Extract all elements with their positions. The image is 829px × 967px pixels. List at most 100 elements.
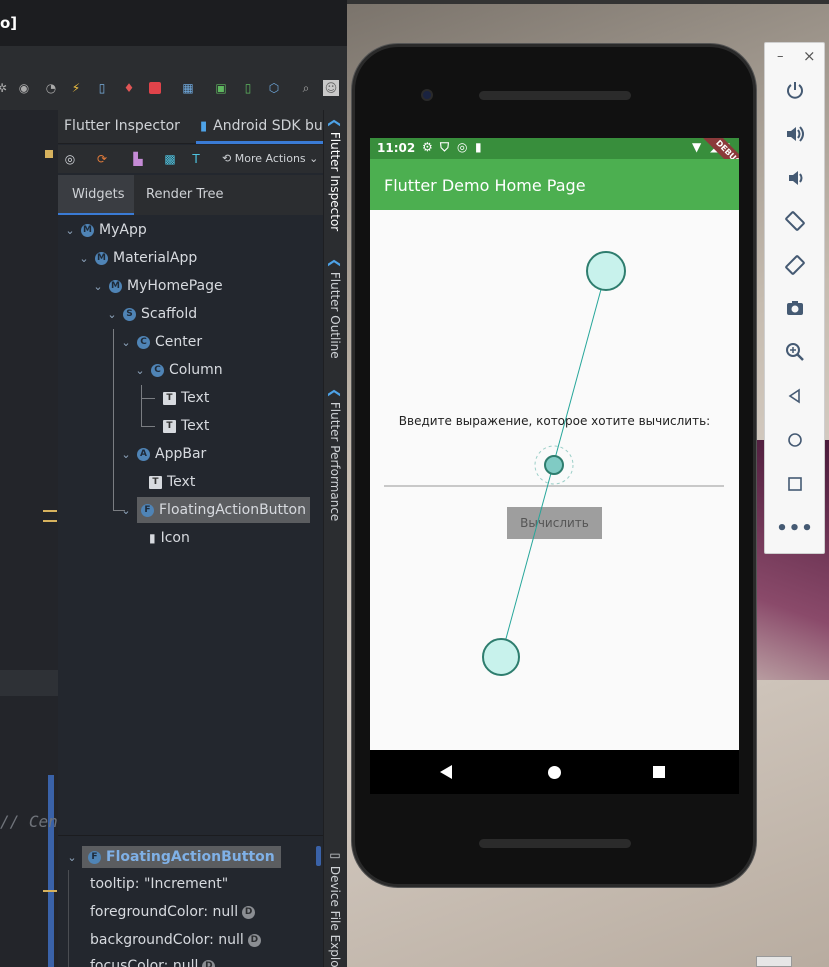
hot-reload-icon[interactable]: ⚡: [68, 80, 84, 96]
side-tool-strip: ❮ Flutter Inspector ❮ Flutter Outline ❮ …: [323, 110, 347, 967]
default-value-icon: D: [242, 905, 256, 919]
tree-node[interactable]: ▮ Icon: [149, 528, 190, 548]
avd-icon[interactable]: ▯: [240, 80, 256, 96]
more-icon[interactable]: •••: [776, 513, 813, 543]
widget-badge: M: [95, 251, 108, 265]
default-value-icon: D: [202, 959, 216, 967]
tab-widgets[interactable]: Widgets: [72, 187, 125, 202]
tree-node[interactable]: ⌄ A AppBar: [120, 444, 206, 464]
touch-overlay: [482, 251, 626, 676]
more-actions-button[interactable]: ⟲ More Actions ⌄: [222, 152, 318, 165]
tree-node[interactable]: ⌄ M MyHomePage: [92, 276, 222, 296]
baseline-icon[interactable]: ▩: [162, 151, 178, 167]
device-icon: ▭: [328, 848, 342, 866]
device-icon[interactable]: ▯: [94, 80, 110, 96]
property-row[interactable]: focusColor: null D: [90, 958, 216, 967]
properties-header[interactable]: ⌄ F FloatingActionButton: [66, 846, 281, 868]
tree-node[interactable]: T Text: [163, 388, 209, 408]
tree-node-label: Scaffold: [141, 306, 198, 322]
phone-icon: ▮: [200, 118, 208, 134]
profile-icon[interactable]: ◔: [43, 80, 59, 96]
avatar[interactable]: ☺: [323, 80, 339, 96]
overview-icon[interactable]: [780, 469, 810, 499]
debug-icon[interactable]: ♦: [121, 80, 137, 96]
ide-window: o] ✲ ◉ ◔ ⚡ ▯ ♦ ▦ ▣ ▯ ⬡ ⌕ ☺ // Cente Flut…: [0, 0, 347, 967]
current-line-highlight: [0, 670, 58, 696]
more-actions-label: More Actions: [234, 152, 306, 165]
layout-icon[interactable]: ▦: [180, 80, 196, 96]
text-icon[interactable]: T: [188, 151, 204, 167]
tab-render-tree[interactable]: Render Tree: [146, 187, 224, 202]
property-row[interactable]: backgroundColor: null D: [90, 932, 261, 948]
tree-guide: [141, 398, 155, 399]
tab-android-sdk[interactable]: ▮ Android SDK bu: [200, 118, 323, 134]
tree-node-label: FloatingActionButton: [159, 502, 306, 518]
scrollbar[interactable]: [316, 846, 321, 866]
taskbar-item[interactable]: [756, 956, 792, 967]
tree-node-label: MaterialApp: [113, 250, 198, 266]
widget-badge: T: [163, 391, 176, 405]
close-button[interactable]: ×: [803, 47, 816, 65]
tree-node[interactable]: ⌄ C Center: [120, 332, 202, 352]
scroll-indicator[interactable]: [48, 775, 54, 967]
tree-node[interactable]: T Text: [163, 416, 209, 436]
tree-node-selected[interactable]: ⌄ F FloatingActionButton: [120, 497, 310, 523]
minimize-button[interactable]: –: [777, 49, 784, 64]
chevron-down-icon: ⌄: [79, 251, 89, 265]
select-widget-icon[interactable]: ◎: [62, 151, 78, 167]
side-tab-flutter-performance[interactable]: ❮ Flutter Performance: [328, 388, 342, 521]
widget-badge: T: [149, 475, 162, 489]
stop-icon[interactable]: [147, 80, 163, 96]
tree-node-label: Text: [181, 418, 210, 434]
property-row[interactable]: tooltip: "Increment": [90, 876, 228, 892]
file-icon: ▮: [149, 531, 156, 545]
back-icon[interactable]: [440, 765, 452, 779]
search-icon[interactable]: ⌕: [298, 80, 314, 96]
terminal-icon[interactable]: ▣: [213, 80, 229, 96]
volume-down-icon[interactable]: [780, 163, 810, 193]
widget-badge: S: [123, 307, 136, 321]
zoom-icon[interactable]: [780, 337, 810, 367]
side-tab-flutter-inspector[interactable]: ❮ Flutter Inspector: [328, 118, 342, 231]
attach-icon[interactable]: ◉: [16, 80, 32, 96]
speaker-grille: [479, 839, 631, 848]
rotate-right-icon[interactable]: [780, 250, 810, 280]
rotate-left-icon[interactable]: [780, 206, 810, 236]
home-icon[interactable]: [780, 425, 810, 455]
tree-node[interactable]: ⌄ C Column: [134, 360, 222, 380]
tab-flutter-inspector[interactable]: Flutter Inspector: [64, 118, 180, 134]
settings-icon[interactable]: ✲: [0, 80, 10, 96]
ide-title-text: o]: [0, 14, 18, 32]
home-icon[interactable]: [548, 766, 561, 779]
subtab-underline: [58, 213, 134, 215]
back-icon[interactable]: [780, 381, 810, 411]
power-icon[interactable]: [780, 75, 810, 105]
overview-icon[interactable]: [653, 766, 665, 778]
widget-badge: C: [151, 363, 164, 377]
phone-screen: 11:02 ⚙ ⛉ ◎ ▮ ▼ ◢ ▮ DEBUG Flutter Demo H…: [370, 138, 739, 750]
selection-highlight: F FloatingActionButton: [137, 497, 310, 523]
default-value-icon: D: [247, 933, 261, 947]
widget-badge: F: [88, 850, 101, 864]
side-tab-flutter-outline[interactable]: ❮ Flutter Outline: [328, 258, 342, 359]
property-text: backgroundColor: null: [90, 932, 244, 948]
property-row[interactable]: foregroundColor: null D: [90, 904, 256, 920]
property-text: focusColor: null: [90, 958, 199, 967]
tree-node[interactable]: ⌄ M MyApp: [64, 220, 146, 240]
front-camera-icon: [421, 89, 433, 101]
volume-up-icon[interactable]: [780, 119, 810, 149]
refresh-icon[interactable]: ⟳: [94, 151, 110, 167]
side-tab-device-file-explorer[interactable]: ▭ Device File Explo: [328, 848, 342, 967]
tree-node[interactable]: ⌄ S Scaffold: [106, 304, 197, 324]
sdk-icon[interactable]: ⬡: [266, 80, 282, 96]
camera-icon[interactable]: [780, 293, 810, 323]
properties-header-label: FloatingActionButton: [106, 849, 275, 865]
tree-node[interactable]: T Text: [149, 472, 195, 492]
change-marker: [43, 520, 57, 522]
tool-window-tabs: Flutter Inspector ▮ Android SDK bu: [58, 110, 328, 144]
ide-toolbar: ✲ ◉ ◔ ⚡ ▯ ♦ ▦ ▣ ▯ ⬡ ⌕ ☺: [0, 70, 347, 110]
paint-icon[interactable]: ▙: [130, 151, 146, 167]
chevron-down-icon: ⌄: [121, 447, 131, 461]
tree-node[interactable]: ⌄ M MaterialApp: [78, 248, 197, 268]
tree-guide: [141, 385, 142, 427]
